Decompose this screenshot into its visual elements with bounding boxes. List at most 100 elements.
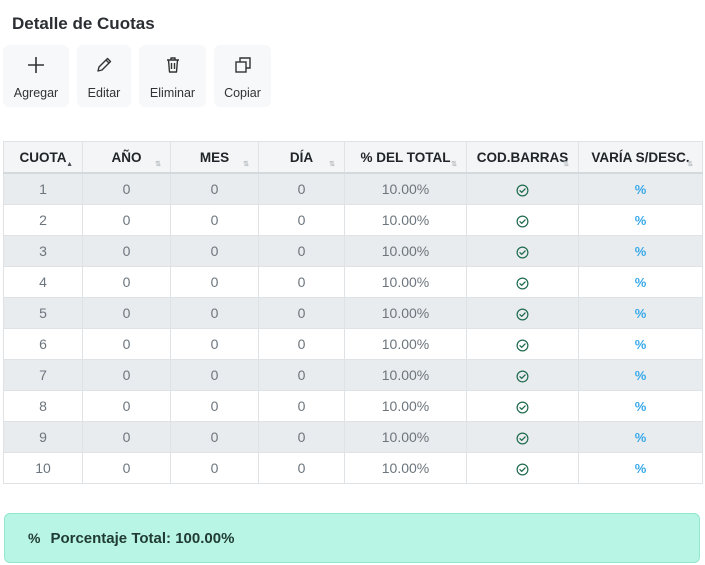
cell-cod-barras (466, 452, 579, 484)
toolbar: Agregar Editar Eliminar Copiar (3, 45, 271, 107)
percent-icon[interactable]: % (635, 337, 647, 352)
pencil-icon (95, 55, 113, 75)
cell-anio: 0 (82, 328, 171, 360)
cell-varia: % (578, 390, 703, 422)
percent-icon[interactable]: % (635, 430, 647, 445)
page-title: Detalle de Cuotas (12, 14, 155, 33)
check-circle-icon (516, 181, 529, 197)
table-row[interactable]: 7 0 0 0 10.00%% (3, 359, 703, 391)
cell-cod-barras (466, 266, 579, 298)
cell-mes: 0 (170, 452, 259, 484)
cell-pct-total: 10.00% (344, 421, 467, 453)
table-row[interactable]: 4 0 0 0 10.00%% (3, 266, 703, 298)
sort-icon: ⇅ (243, 161, 249, 168)
cell-pct-total: 10.00% (344, 359, 467, 391)
cell-mes: 0 (170, 235, 259, 267)
cell-varia: % (578, 452, 703, 484)
table-header-row: CUOTA ▲ AÑO ⇅ MES ⇅ DÍA ⇅ % DEL TOTAL ⇅ COD.B… (3, 141, 703, 174)
cell-mes: 0 (170, 172, 259, 205)
cell-pct-total: 10.00% (344, 235, 467, 267)
percent-icon[interactable]: % (635, 461, 647, 476)
cell-anio: 0 (82, 172, 171, 205)
cell-cod-barras (466, 172, 579, 205)
cell-mes: 0 (170, 390, 259, 422)
table-body: 1 0 0 0 10.00%% 2 0 0 0 10.00%% 3 0 0 0 10.00%% 4 0 0 0 10.… (3, 172, 703, 484)
edit-button[interactable]: Editar (77, 45, 131, 107)
cell-mes: 0 (170, 359, 259, 391)
sort-icon: ⇅ (155, 161, 161, 168)
cell-cod-barras (466, 235, 579, 267)
cell-mes: 0 (170, 421, 259, 453)
column-header-mes[interactable]: MES ⇅ (170, 141, 259, 174)
cell-anio: 0 (82, 204, 171, 236)
cell-cod-barras (466, 204, 579, 236)
copy-button[interactable]: Copiar (214, 45, 271, 107)
table-row[interactable]: 8 0 0 0 10.00%% (3, 390, 703, 422)
column-header-cod-barras[interactable]: COD.BARRAS ⇅ (466, 141, 579, 174)
percent-icon[interactable]: % (635, 368, 647, 383)
cell-cuota: 8 (3, 390, 83, 422)
percent-icon[interactable]: % (635, 399, 647, 414)
cell-cuota: 6 (3, 328, 83, 360)
cell-mes: 0 (170, 297, 259, 329)
cell-cuota: 5 (3, 297, 83, 329)
cell-anio: 0 (82, 266, 171, 298)
cell-varia: % (578, 235, 703, 267)
column-header-cuota[interactable]: CUOTA ▲ (3, 141, 83, 174)
column-header-varia[interactable]: VARÍA S/DESC. ⇅ (578, 141, 703, 174)
percent-icon[interactable]: % (635, 182, 647, 197)
cell-mes: 0 (170, 266, 259, 298)
percent-icon[interactable]: % (635, 306, 647, 321)
cell-dia: 0 (258, 328, 345, 360)
cell-dia: 0 (258, 421, 345, 453)
total-percentage-banner: % Porcentaje Total: 100.00% (4, 513, 700, 563)
table-row[interactable]: 9 0 0 0 10.00%% (3, 421, 703, 453)
total-percentage-text: Porcentaje Total: 100.00% (50, 529, 235, 547)
cell-pct-total: 10.00% (344, 390, 467, 422)
add-button[interactable]: Agregar (3, 45, 69, 107)
cell-varia: % (578, 172, 703, 205)
cell-dia: 0 (258, 452, 345, 484)
cell-cuota: 7 (3, 359, 83, 391)
cell-mes: 0 (170, 328, 259, 360)
check-circle-icon (516, 429, 529, 445)
cell-cod-barras (466, 421, 579, 453)
column-header-dia[interactable]: DÍA ⇅ (258, 141, 345, 174)
check-circle-icon (516, 336, 529, 352)
table-row[interactable]: 5 0 0 0 10.00%% (3, 297, 703, 329)
cell-cuota: 4 (3, 266, 83, 298)
sort-asc-icon: ▲ (66, 161, 73, 168)
table-row[interactable]: 10 0 0 0 10.00%% (3, 452, 703, 484)
cell-varia: % (578, 204, 703, 236)
column-header-anio[interactable]: AÑO ⇅ (82, 141, 171, 174)
percent-icon[interactable]: % (635, 244, 647, 259)
delete-button[interactable]: Eliminar (139, 45, 206, 107)
table-row[interactable]: 2 0 0 0 10.00%% (3, 204, 703, 236)
table-row[interactable]: 1 0 0 0 10.00%% (3, 172, 703, 205)
percent-icon[interactable]: % (635, 213, 647, 228)
plus-icon (27, 55, 45, 75)
column-header-pct-total[interactable]: % DEL TOTAL ⇅ (344, 141, 467, 174)
percent-icon: % (28, 530, 41, 546)
cell-mes: 0 (170, 204, 259, 236)
sort-icon: ⇅ (329, 161, 335, 168)
sort-icon: ⇅ (563, 161, 569, 168)
check-circle-icon (516, 243, 529, 259)
cell-cod-barras (466, 297, 579, 329)
cell-anio: 0 (82, 297, 171, 329)
cell-pct-total: 10.00% (344, 204, 467, 236)
cell-cod-barras (466, 359, 579, 391)
cell-anio: 0 (82, 452, 171, 484)
percent-icon[interactable]: % (635, 275, 647, 290)
check-circle-icon (516, 212, 529, 228)
cell-varia: % (578, 359, 703, 391)
cell-cuota: 9 (3, 421, 83, 453)
table-row[interactable]: 6 0 0 0 10.00%% (3, 328, 703, 360)
cell-anio: 0 (82, 421, 171, 453)
cell-pct-total: 10.00% (344, 266, 467, 298)
check-circle-icon (516, 398, 529, 414)
table-row[interactable]: 3 0 0 0 10.00%% (3, 235, 703, 267)
cell-pct-total: 10.00% (344, 328, 467, 360)
cell-dia: 0 (258, 172, 345, 205)
sort-icon: ⇅ (451, 161, 457, 168)
